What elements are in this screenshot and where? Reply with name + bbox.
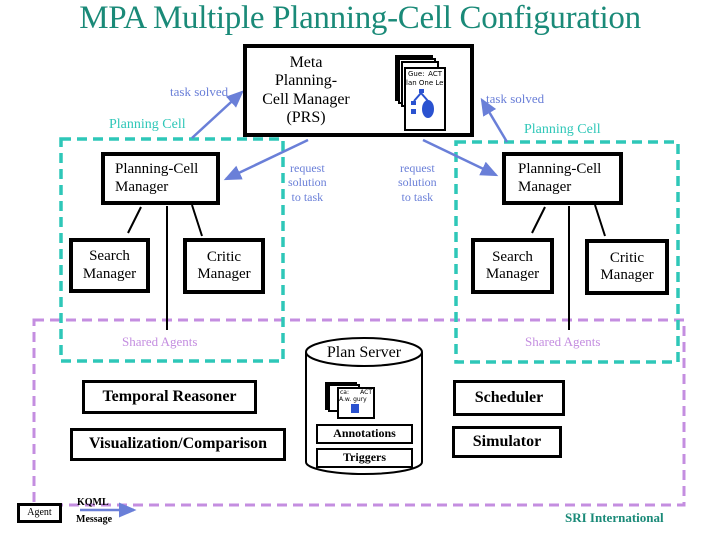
search-right-line1: Search: [492, 248, 533, 265]
request-right-line2: solution: [398, 175, 437, 190]
legend-kqml-line2: Message: [76, 514, 113, 525]
critic-manager-left[interactable]: Critic Manager: [183, 238, 265, 294]
planning-cell-manager-left[interactable]: Planning-Cell Manager: [101, 152, 220, 205]
request-left-label: request solution to task: [288, 161, 327, 204]
footer-sri-international: SRI International: [565, 510, 664, 525]
temporal-reasoner-box[interactable]: Temporal Reasoner: [82, 380, 257, 414]
request-left-line1: request: [290, 161, 325, 175]
planning-cell-left-label: Planning Cell: [109, 117, 186, 132]
scheduler-box[interactable]: Scheduler: [453, 380, 565, 416]
search-manager-left[interactable]: Search Manager: [69, 238, 150, 293]
planning-cell-manager-right[interactable]: Planning-Cell Manager: [502, 152, 623, 205]
ps-doc-header-left: ca:: [340, 389, 349, 396]
shared-agents-right-label: Shared Agents: [525, 334, 601, 349]
task-solved-right-label: task solved: [486, 91, 545, 106]
doc-header-left: Gue:: [408, 70, 425, 78]
temporal-reasoner-label: Temporal Reasoner: [102, 387, 237, 405]
triggers-label: Triggers: [342, 450, 387, 465]
request-right-line3: to task: [401, 189, 434, 204]
connector-left-critic: [191, 204, 203, 237]
request-left-line2: solution: [288, 175, 327, 190]
doc-header-right: ACT: [428, 70, 442, 78]
plan-document-stack-icon: Gue: ACT lan One Level: [395, 55, 465, 135]
visualization-comparison-box[interactable]: Visualization/Comparison: [70, 428, 286, 461]
legend-agent-box: Agent: [17, 503, 62, 523]
pcm-right-line2: Manager: [518, 178, 572, 195]
critic-left-line1: Critic: [206, 248, 242, 265]
visualization-label: Visualization/Comparison: [88, 435, 268, 453]
plan-tree-icon: [411, 89, 434, 118]
meta-manager-line1: Meta Planning-: [274, 53, 338, 90]
pcm-right-line1: Planning-Cell: [518, 161, 602, 178]
search-left-line2: Manager: [82, 265, 137, 282]
annotations-box[interactable]: Annotations: [316, 424, 413, 444]
shared-agents-left-label: Shared Agents: [122, 334, 198, 349]
connector-left-search: [127, 206, 142, 234]
connector-right-search: [531, 206, 546, 234]
critic-right-line1: Critic: [609, 249, 645, 266]
critic-manager-right[interactable]: Critic Manager: [585, 239, 669, 295]
critic-right-line2: Manager: [600, 267, 654, 283]
planning-cell-right-label: Planning Cell: [524, 122, 601, 137]
search-left-line1: Search: [89, 248, 130, 265]
ps-doc-header-right: ACT: [360, 389, 372, 396]
simulator-box[interactable]: Simulator: [452, 426, 562, 458]
request-right-label: request solution to task: [398, 161, 437, 204]
request-right-line1: request: [400, 161, 435, 175]
pcm-left-line1: Planning-Cell: [115, 161, 199, 178]
simulator-label: Simulator: [472, 432, 542, 450]
task-solved-left-label: task solved: [170, 84, 229, 99]
legend-kqml-line1: KQML: [77, 497, 109, 508]
ps-doc-subtitle: A.w. gury: [339, 396, 367, 403]
plan-server-document-icon: ca: ACT A.w. gury: [325, 382, 385, 422]
triggers-box[interactable]: Triggers: [316, 448, 413, 468]
ps-plan-tree-icon: [351, 404, 359, 413]
meta-manager-line3: (PRS): [286, 108, 326, 126]
critic-left-line2: Manager: [197, 266, 251, 282]
scheduler-label: Scheduler: [474, 388, 544, 406]
search-right-line2: Manager: [485, 266, 540, 282]
doc-subtitle: lan One Level: [406, 79, 444, 87]
pcm-left-line2: Manager: [115, 178, 169, 195]
legend-agent-label: Agent: [27, 507, 52, 519]
search-manager-right[interactable]: Search Manager: [471, 238, 554, 294]
connector-right-critic: [594, 204, 606, 237]
request-left-line3: to task: [291, 189, 324, 204]
meta-manager-line2: Cell Manager: [262, 90, 350, 108]
annotations-label: Annotations: [333, 426, 396, 441]
plan-server-label: Plan Server: [326, 344, 402, 361]
